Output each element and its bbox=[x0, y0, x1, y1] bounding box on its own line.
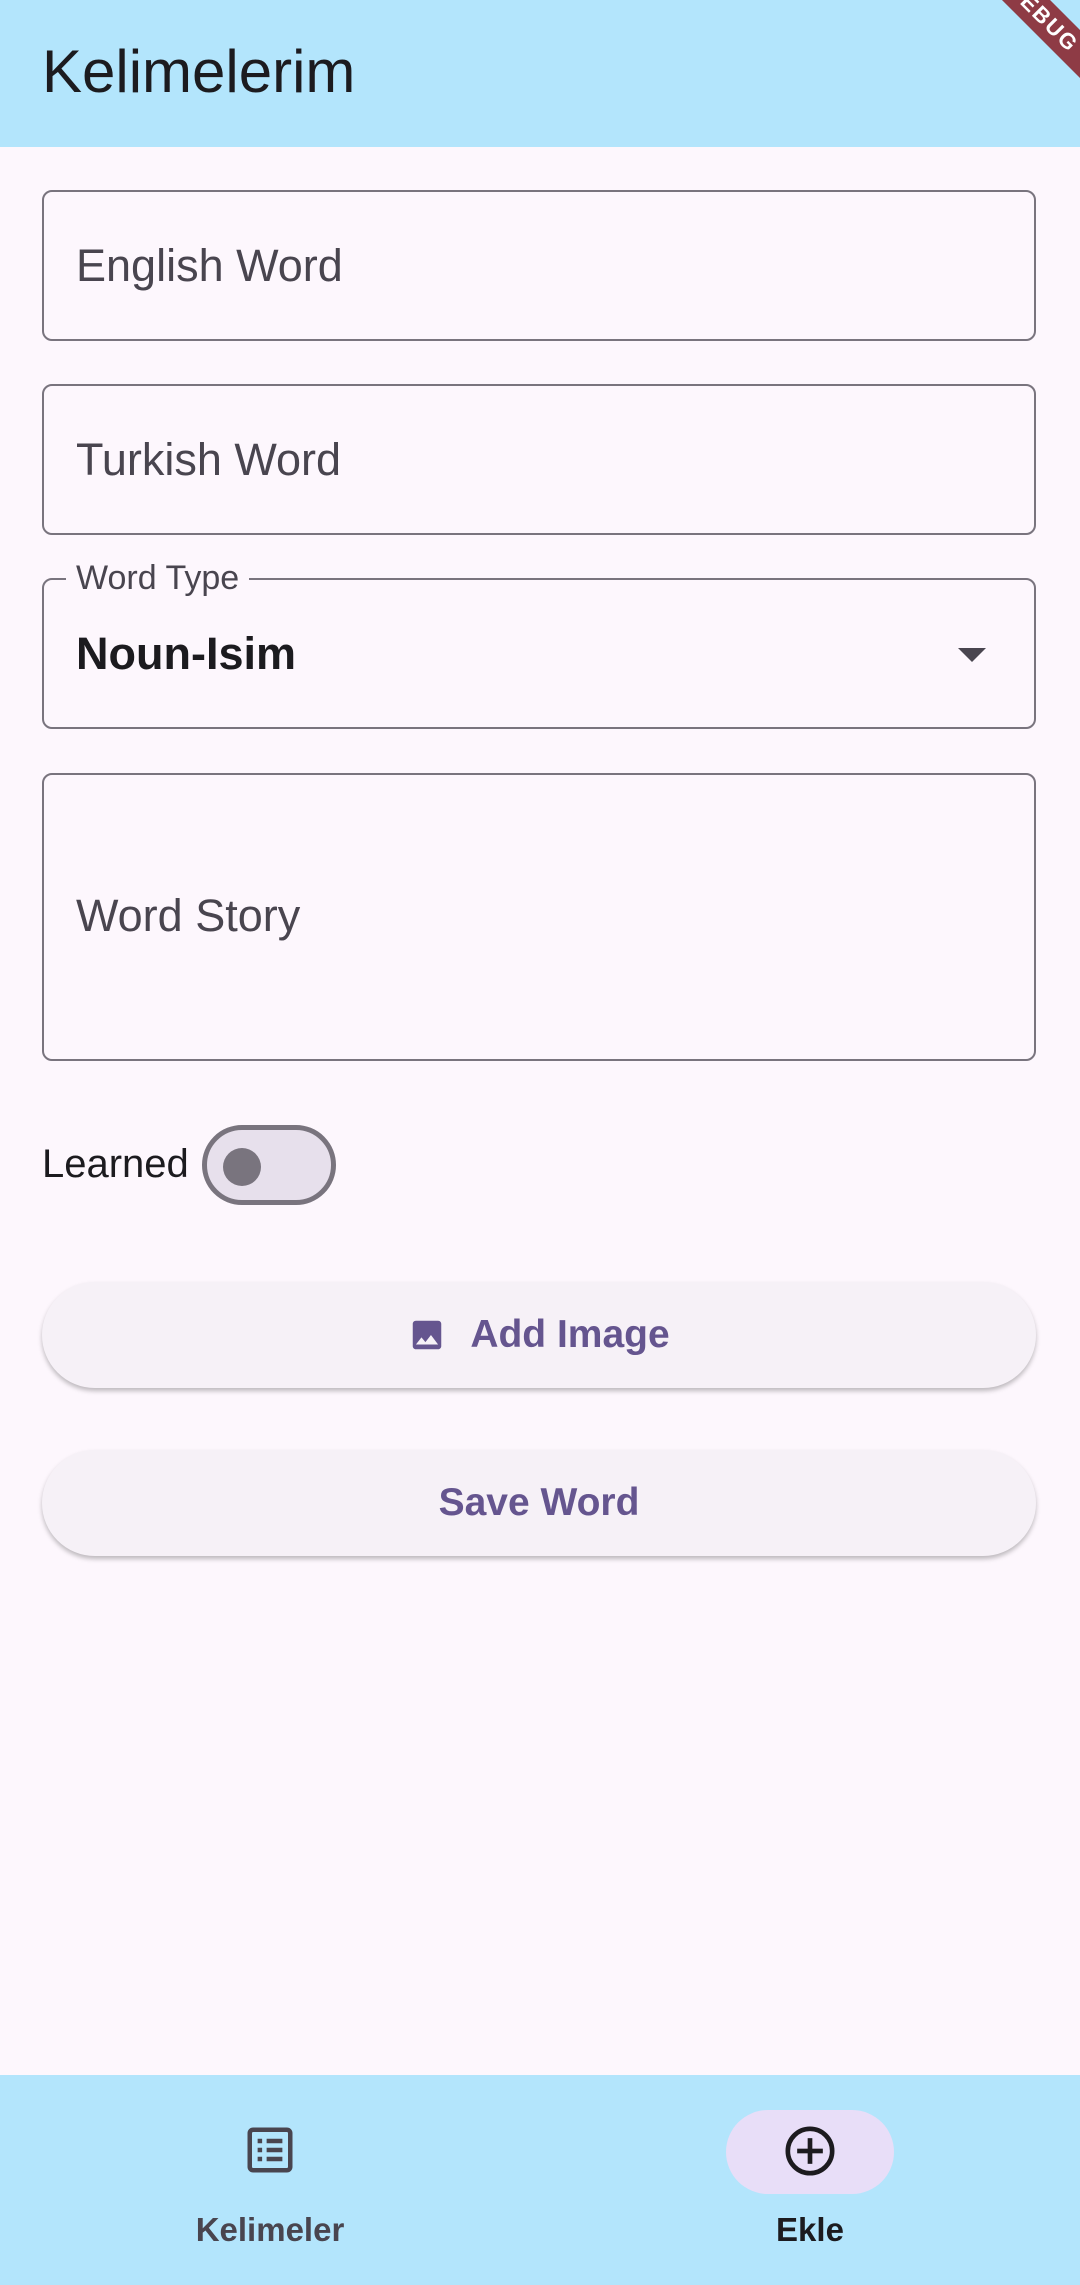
turkish-word-placeholder: Turkish Word bbox=[76, 434, 342, 485]
word-story-placeholder: Word Story bbox=[76, 890, 301, 941]
learned-label: Learned bbox=[42, 1142, 189, 1186]
english-word-placeholder: English Word bbox=[76, 240, 343, 291]
learned-switch[interactable] bbox=[202, 1125, 336, 1205]
image-icon bbox=[408, 1316, 446, 1354]
add-circle-icon bbox=[540, 2123, 1080, 2179]
nav-label-ekle: Ekle bbox=[776, 2211, 844, 2248]
save-word-button[interactable]: Save Word bbox=[42, 1450, 1036, 1556]
nav-item-ekle[interactable]: Ekle bbox=[540, 2075, 1080, 2285]
nav-label-kelimeler: Kelimeler bbox=[195, 2211, 345, 2248]
word-type-dropdown[interactable]: Word Type Noun-Isim bbox=[42, 558, 1036, 729]
add-image-label: Add Image bbox=[470, 1313, 670, 1356]
english-word-field[interactable]: English Word bbox=[42, 190, 1036, 341]
debug-banner: DEBUG bbox=[949, 0, 1080, 111]
switch-thumb bbox=[223, 1148, 261, 1186]
word-type-label: Word Type bbox=[66, 558, 250, 598]
save-word-label: Save Word bbox=[438, 1481, 640, 1524]
word-type-value: Noun-Isim bbox=[76, 628, 296, 679]
nav-item-kelimeler[interactable]: Kelimeler bbox=[0, 2075, 540, 2285]
dropdown-arrow-icon bbox=[958, 648, 986, 662]
app-bar: Kelimelerim DEBUG bbox=[0, 0, 1080, 147]
page-title: Kelimelerim bbox=[42, 38, 356, 105]
list-icon bbox=[0, 2123, 540, 2177]
word-story-field[interactable]: Word Story bbox=[42, 773, 1036, 1061]
add-image-button[interactable]: Add Image bbox=[42, 1282, 1036, 1388]
turkish-word-field[interactable]: Turkish Word bbox=[42, 384, 1036, 535]
bottom-navigation: Kelimeler Ekle bbox=[0, 2075, 1080, 2285]
